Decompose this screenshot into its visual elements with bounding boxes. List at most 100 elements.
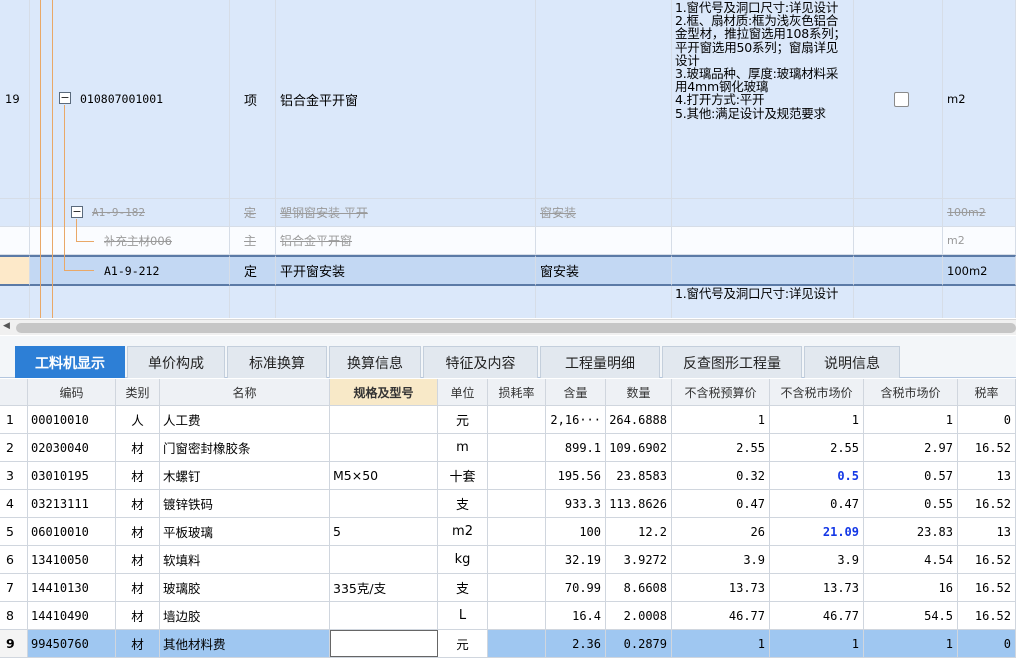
content-cell[interactable]: 899.1 [546,434,606,461]
description-cell[interactable]: 1.窗代号及洞口尺寸:详见设计 [672,286,854,318]
market-price-cell[interactable]: 13.73 [770,574,864,601]
category-cell[interactable]: 材 [116,490,160,517]
name-cell[interactable]: 塑钢窗安装 平开 [276,199,536,226]
feature-cell[interactable] [536,286,672,318]
loss-rate-cell[interactable] [488,546,546,573]
code-cell[interactable]: 02030040 [28,434,116,461]
type-cell[interactable] [230,286,276,318]
code-cell[interactable] [30,286,230,318]
spec-cell[interactable] [330,434,438,461]
content-cell[interactable]: 16.4 [546,602,606,629]
scroll-left-icon[interactable]: ◀ [3,321,10,331]
unit-cell[interactable]: 100m2 [943,199,1016,226]
quantity-cell[interactable]: 3.9272 [606,546,672,573]
loss-rate-cell[interactable] [488,602,546,629]
code-cell[interactable]: 06010010 [28,518,116,545]
market-price-cell[interactable]: 46.77 [770,602,864,629]
quantity-cell[interactable]: 113.8626 [606,490,672,517]
budget-price-cell[interactable]: 1 [672,630,770,657]
spec-cell[interactable] [330,630,438,657]
tax-market-price-cell[interactable]: 0.57 [864,462,958,489]
table-row[interactable]: 1 00010010 人人工费元 2,16··· 264.6888 1 1 1 0 [0,406,1016,434]
name-cell[interactable]: 墙边胶 [160,602,330,629]
loss-rate-cell[interactable] [488,434,546,461]
spec-cell[interactable] [330,602,438,629]
table-row[interactable]: 8 14410490 材墙边胶 L 16.4 2.0008 46.77 46.77 54.5 16… [0,602,1016,630]
tab-quantity-detail[interactable]: 工程量明细 [540,346,660,378]
quantity-cell[interactable]: 12.2 [606,518,672,545]
unit-cell[interactable]: m [438,434,488,461]
budget-price-cell[interactable]: 26 [672,518,770,545]
name-cell[interactable]: 铝合金平开窗 [276,0,536,198]
name-cell[interactable]: 平开窗安装 [276,255,536,286]
spec-cell[interactable]: 335克/支 [330,574,438,601]
feature-cell[interactable]: 窗安装 [536,255,672,286]
table-row[interactable]: 5 06010010 材平板玻璃 5 m2 100 12.2 26 21.09 23.83 13 [0,518,1016,546]
quantity-cell[interactable]: 0.2879 [606,630,672,657]
spec-cell[interactable]: 5 [330,518,438,545]
tax-market-price-cell[interactable]: 16 [864,574,958,601]
name-cell[interactable]: 人工费 [160,406,330,433]
category-cell[interactable]: 材 [116,546,160,573]
tax-market-price-cell[interactable]: 23.83 [864,518,958,545]
code-cell[interactable]: 03010195 [28,462,116,489]
feature-cell[interactable] [536,0,672,198]
name-cell[interactable]: 木螺钉 [160,462,330,489]
unit-cell[interactable]: 100m2 [943,255,1016,286]
category-cell[interactable]: 材 [116,574,160,601]
header-budget-price[interactable]: 不含税预算价 [672,379,770,405]
tax-market-price-cell[interactable]: 2.97 [864,434,958,461]
tax-market-price-cell[interactable]: 0.55 [864,490,958,517]
unit-cell[interactable]: 支 [438,490,488,517]
tab-notes[interactable]: 说明信息 [804,346,900,378]
unit-cell[interactable]: L [438,602,488,629]
unit-cell[interactable]: kg [438,546,488,573]
content-cell[interactable]: 70.99 [546,574,606,601]
unit-cell[interactable]: m2 [943,227,1016,254]
loss-rate-cell[interactable] [488,490,546,517]
description-cell[interactable] [672,255,854,286]
table-row[interactable]: 9 99450760 材其他材料费元 2.36 0.2879 1 1 1 0 [0,630,1016,658]
feature-cell[interactable] [536,227,672,254]
category-cell[interactable]: 人 [116,406,160,433]
header-name[interactable]: 名称 [160,379,330,405]
unit-cell[interactable] [943,286,1016,318]
tax-rate-cell[interactable]: 16.52 [958,546,1016,573]
content-cell[interactable]: 2.36 [546,630,606,657]
description-cell[interactable]: 1.窗代号及洞口尺寸:详见设计 2.框、扇材质:框为浅灰色铝合金型材，推拉窗选用… [672,0,854,198]
content-cell[interactable]: 2,16··· [546,406,606,433]
code-cell[interactable]: 00010010 [28,406,116,433]
category-cell[interactable]: 材 [116,602,160,629]
budget-price-cell[interactable]: 3.9 [672,546,770,573]
header-category[interactable]: 类别 [116,379,160,405]
content-cell[interactable]: 195.56 [546,462,606,489]
header-content[interactable]: 含量 [546,379,606,405]
description-cell[interactable] [672,227,854,254]
spec-cell[interactable] [330,406,438,433]
tax-rate-cell[interactable]: 16.52 [958,490,1016,517]
header-spec[interactable]: 规格及型号 [330,379,438,405]
material-row-supplement[interactable]: 补充主材006 主 铝合金平开窗 m2 [0,227,1016,255]
tax-rate-cell[interactable]: 16.52 [958,602,1016,629]
name-cell[interactable]: 玻璃胶 [160,574,330,601]
table-row[interactable]: 7 14410130 材玻璃胶 335克/支支 70.99 8.6608 13.73 13.7… [0,574,1016,602]
quantity-cell[interactable]: 2.0008 [606,602,672,629]
header-code[interactable]: 编码 [28,379,116,405]
spec-cell[interactable]: M5×50 [330,462,438,489]
header-market-price[interactable]: 不含税市场价 [770,379,864,405]
name-cell[interactable]: 平板玻璃 [160,518,330,545]
code-cell[interactable]: 13410050 [28,546,116,573]
table-row[interactable]: 6 13410050 材软填料 kg 32.19 3.9272 3.9 3.9 4.54 16.5… [0,546,1016,574]
header-tax-market-price[interactable]: 含税市场价 [864,379,958,405]
tab-graphic-quantity[interactable]: 反查图形工程量 [662,346,802,378]
spec-cell[interactable] [330,490,438,517]
quantity-cell[interactable]: 8.6608 [606,574,672,601]
tab-unit-price[interactable]: 单价构成 [127,346,225,378]
tax-rate-cell[interactable]: 16.52 [958,434,1016,461]
description-cell[interactable] [672,199,854,226]
quota-row-a1-9-212[interactable]: A1-9-212 定 平开窗安装 窗安装 100m2 [0,255,1016,286]
loss-rate-cell[interactable] [488,574,546,601]
code-cell[interactable]: 补充主材006 [30,227,230,254]
tax-market-price-cell[interactable]: 1 [864,630,958,657]
name-cell[interactable]: 门窗密封橡胶条 [160,434,330,461]
